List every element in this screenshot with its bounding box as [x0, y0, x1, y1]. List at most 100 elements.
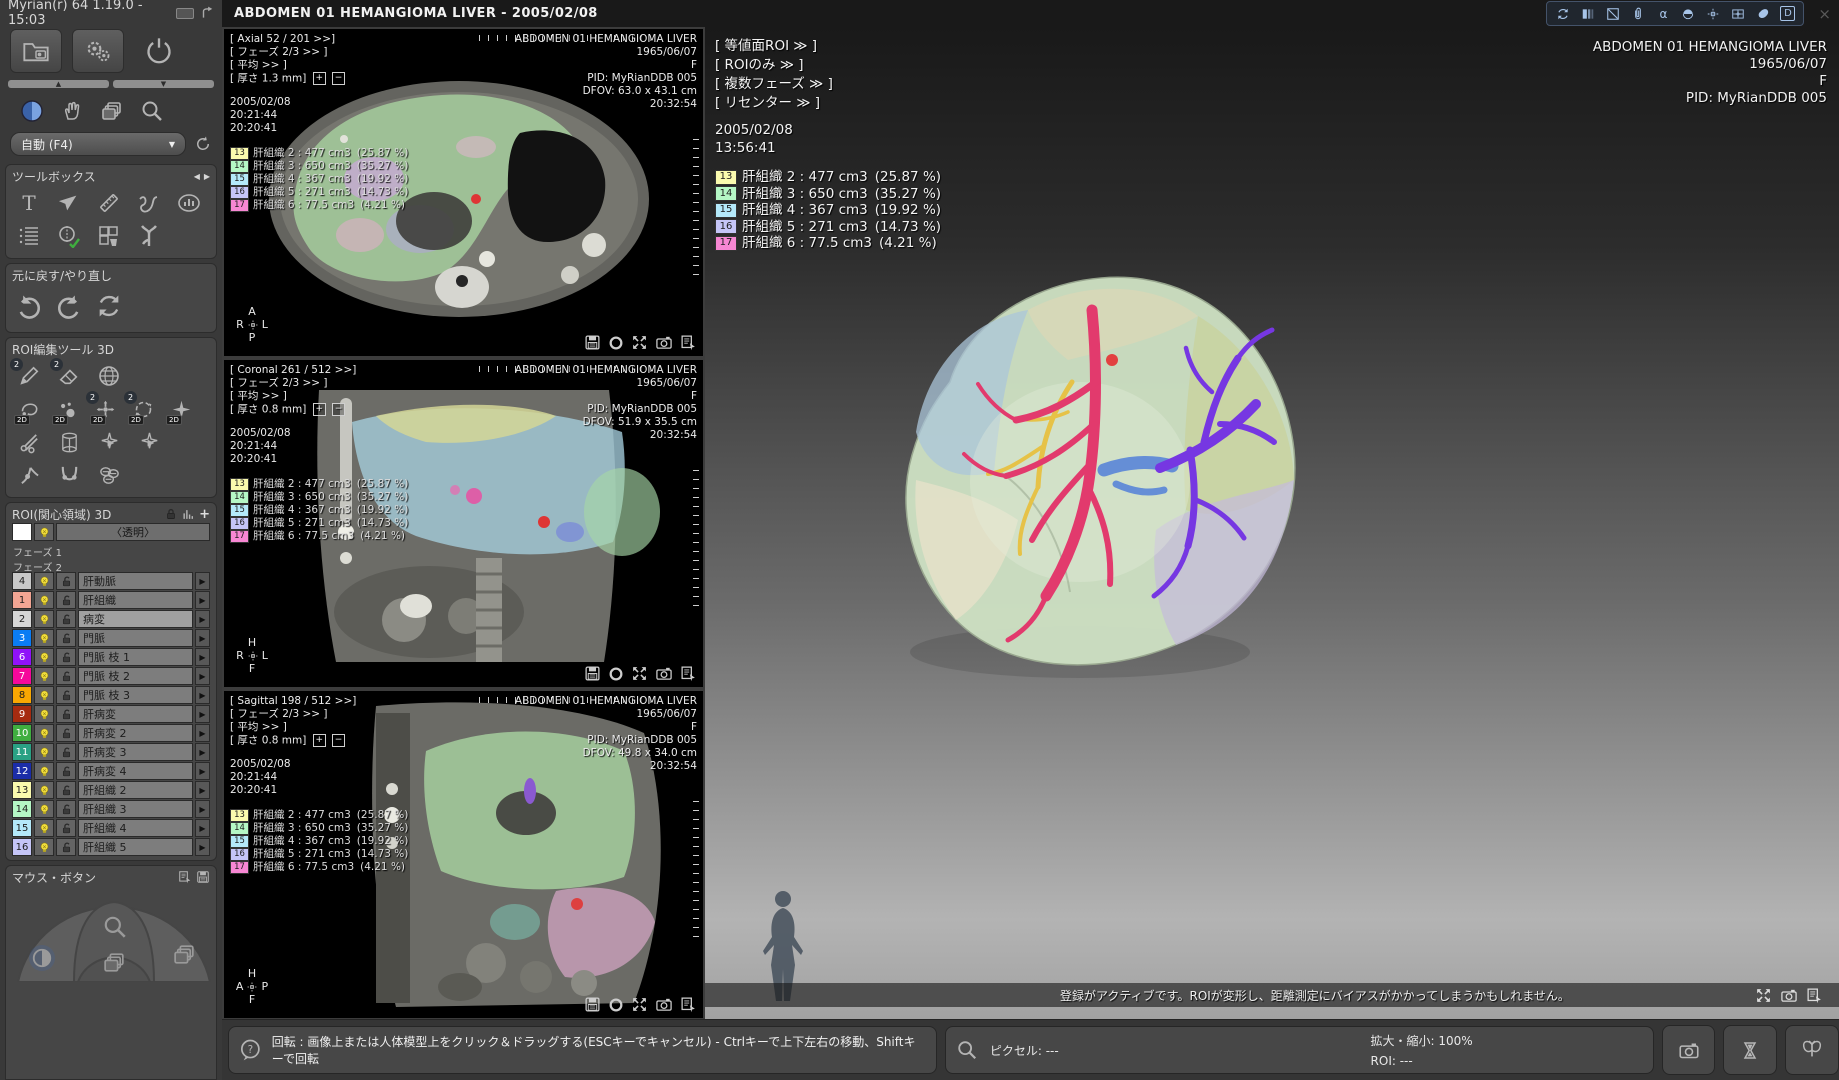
lock-cell[interactable] — [56, 591, 76, 609]
ruler-measure-tool[interactable] — [94, 189, 124, 217]
lock-cell[interactable] — [56, 800, 76, 818]
histogram-ellipse-tool[interactable] — [174, 189, 204, 217]
collapse-down-strip[interactable]: ▼ — [113, 80, 214, 88]
roi-menu-arrow[interactable]: ▶ — [195, 629, 210, 647]
vessel-tool[interactable] — [134, 222, 164, 250]
leaf-segments-tool[interactable] — [94, 461, 124, 489]
roi-row[interactable]: 10 肝病変 2 ▶ — [12, 724, 210, 742]
roi-menu-arrow[interactable]: ▶ — [195, 686, 210, 704]
visibility-cell[interactable] — [34, 686, 54, 704]
recenter-link[interactable]: [ リセンター ≫ ] — [715, 94, 833, 113]
freehand-curve-tool[interactable] — [134, 189, 164, 217]
roi-menu-arrow[interactable]: ▶ — [195, 781, 210, 799]
crosshair-move-icon[interactable] — [1705, 6, 1721, 22]
lock-cell[interactable] — [56, 724, 76, 742]
slice-selector[interactable]: [ Coronal 261 / 512 >>] — [230, 364, 356, 377]
pan-hand-icon[interactable] — [60, 99, 84, 123]
roi-number-badge[interactable]: 12 — [12, 762, 32, 780]
assign-list-icon[interactable] — [178, 870, 192, 884]
slice-selector[interactable]: [ Sagittal 198 / 512 >>] — [230, 695, 356, 708]
roi-menu-arrow[interactable]: ▶ — [195, 800, 210, 818]
roi-number-badge[interactable]: 15 — [12, 819, 32, 837]
roi-name[interactable]: 門脈 枝 2 — [78, 667, 193, 685]
zoom-icon[interactable] — [140, 99, 164, 123]
export-icon[interactable] — [680, 996, 697, 1013]
thickness-plus-button[interactable]: + — [313, 72, 326, 85]
roi-menu-arrow[interactable]: ▶ — [195, 610, 210, 628]
sphere-3d-tool[interactable] — [94, 362, 124, 390]
workflow-arrow-icon[interactable] — [200, 6, 214, 20]
roi-name[interactable]: 門脈 枝 1 — [78, 648, 193, 666]
layout-panels-icon[interactable] — [1580, 6, 1596, 22]
attach-icon[interactable] — [1630, 6, 1646, 22]
lock-cell[interactable] — [56, 572, 76, 590]
roi-name[interactable]: 門脈 — [78, 629, 193, 647]
add-roi-button[interactable]: + — [199, 507, 210, 522]
roi-name[interactable]: 肝病変 4 — [78, 762, 193, 780]
magic-2d-tool[interactable]: 2D — [166, 395, 196, 423]
lock-cell[interactable] — [56, 838, 76, 856]
roi-number-badge[interactable]: 6 — [12, 648, 32, 666]
visibility-cell[interactable] — [34, 629, 54, 647]
minimize-button[interactable] — [176, 8, 194, 19]
roi-name[interactable]: 肝病変 — [78, 705, 193, 723]
lock-cell[interactable] — [56, 667, 76, 685]
prev-page-icon[interactable]: ◀ — [194, 172, 200, 181]
thickness-selector[interactable]: [ 厚さ 0.8 mm] — [230, 735, 306, 747]
coronal-viewport[interactable]: [ Coronal 261 / 512 >>] [ フェーズ 2/3 >> ] … — [224, 360, 703, 687]
reset-history-button[interactable] — [94, 292, 124, 320]
thickness-plus-button[interactable]: + — [313, 734, 326, 747]
thickness-selector[interactable]: [ 厚さ 1.3 mm] — [230, 73, 306, 85]
phase-selector[interactable]: [ フェーズ 2/3 >> ] — [230, 377, 356, 390]
visibility-cell[interactable] — [34, 705, 54, 723]
roi-name[interactable]: 門脈 枝 3 — [78, 686, 193, 704]
visibility-cell[interactable] — [34, 572, 54, 590]
roi-name[interactable]: 肝動脈 — [78, 572, 193, 590]
phase-selector[interactable]: [ フェーズ 2/3 >> ] — [230, 46, 345, 59]
roi-row[interactable]: 15 肝組織 4 ▶ — [12, 819, 210, 837]
lock-cell[interactable] — [56, 819, 76, 837]
next-page-icon[interactable]: ▶ — [204, 172, 210, 181]
butterfly-button[interactable] — [1785, 1025, 1839, 1075]
isosurface-roi-link[interactable]: [ 等値面ROI ≫ ] — [715, 37, 833, 56]
eraser-tool[interactable]: 2 — [54, 362, 84, 390]
lasso-2d-tool[interactable]: 2D — [14, 395, 44, 423]
thickness-minus-button[interactable]: − — [332, 734, 345, 747]
thickness-minus-button[interactable]: − — [332, 72, 345, 85]
snapshot-icon[interactable] — [655, 996, 673, 1013]
roi-menu-arrow[interactable]: ▶ — [195, 705, 210, 723]
fullscreen-icon[interactable] — [1755, 987, 1772, 1004]
roi-name[interactable]: 肝組織 4 — [78, 819, 193, 837]
ring-icon[interactable] — [608, 666, 624, 682]
droplets-2d-tool[interactable]: 2D — [52, 395, 82, 423]
thickness-minus-button[interactable]: − — [332, 403, 345, 416]
sphere-shade-icon[interactable] — [1680, 6, 1696, 22]
roi-row[interactable]: 6 門脈 枝 1 ▶ — [12, 648, 210, 666]
roi-row[interactable]: 9 肝病変 ▶ — [12, 705, 210, 723]
roi-name[interactable]: 病変 — [78, 610, 193, 628]
lock-cell[interactable] — [56, 762, 76, 780]
roi-number-badge[interactable]: 10 — [12, 724, 32, 742]
visibility-cell[interactable] — [34, 800, 54, 818]
rotate-reset-icon[interactable] — [1555, 6, 1571, 22]
export-icon[interactable] — [680, 334, 697, 351]
pencil-tool[interactable]: 2 — [14, 362, 44, 390]
collapse-up-strip[interactable]: ▲ — [8, 80, 109, 88]
thickness-plus-button[interactable]: + — [313, 403, 326, 416]
oblique-slice-icon[interactable] — [1605, 6, 1621, 22]
alpha-blend-icon[interactable]: α — [1655, 6, 1671, 22]
roi-name[interactable]: 肝組織 — [78, 591, 193, 609]
lock-cell[interactable] — [56, 781, 76, 799]
grid-protocol-tool[interactable] — [14, 222, 44, 250]
reset-preset-icon[interactable] — [194, 135, 212, 153]
phase-selector[interactable]: [ フェーズ 2/3 >> ] — [230, 708, 356, 721]
save-profile-icon[interactable] — [196, 870, 210, 884]
roi-number-badge[interactable]: 7 — [12, 667, 32, 685]
roi-menu-arrow[interactable]: ▶ — [195, 762, 210, 780]
grid-add-icon[interactable] — [1730, 6, 1746, 22]
transparent-swatch[interactable] — [12, 523, 32, 541]
vessel-fork-tool[interactable] — [54, 461, 84, 489]
snapshot-button[interactable] — [1662, 1025, 1716, 1075]
vessel-pick-tool[interactable] — [14, 461, 44, 489]
roi-row[interactable]: 12 肝病変 4 ▶ — [12, 762, 210, 780]
